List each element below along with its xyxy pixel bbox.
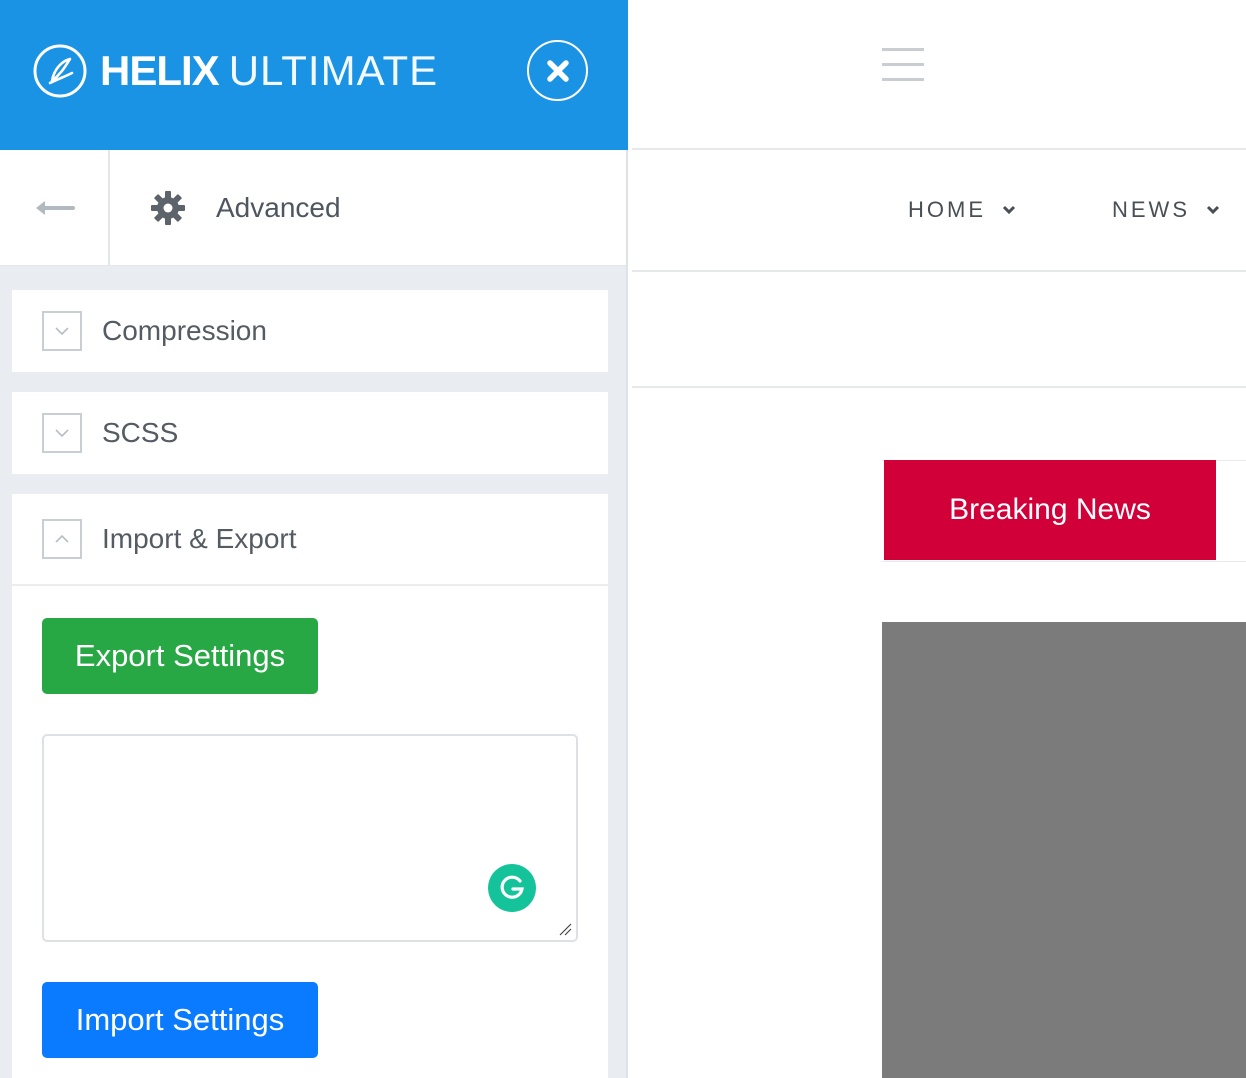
brand-name-light: ULTIMATE (228, 47, 439, 94)
hamburger-menu-icon[interactable] (882, 48, 924, 82)
section-title: Advanced (150, 150, 341, 266)
close-customizer-button[interactable] (527, 40, 588, 101)
panel-toggle[interactable] (42, 413, 82, 453)
site-preview: HOME NEWS Breaking News (630, 0, 1246, 1078)
import-settings-button[interactable]: Import Settings (42, 982, 318, 1058)
panel-import-export-header[interactable]: Import & Export (12, 494, 608, 586)
gear-icon (151, 191, 185, 225)
nav-item-home[interactable]: HOME (908, 194, 1016, 226)
settings-textarea-wrapper (42, 734, 578, 942)
panel-compression: Compression (12, 290, 608, 372)
breaking-news-label: Breaking News (884, 460, 1216, 560)
chevron-down-icon (1002, 205, 1016, 215)
arrow-left-icon (36, 201, 75, 215)
settings-textarea[interactable] (44, 736, 576, 940)
divider (632, 270, 1246, 272)
brand: HELIX ULTIMATE (32, 42, 438, 100)
panel-label: SCSS (102, 417, 179, 448)
panel-label: Import & Export (102, 523, 297, 554)
panel-scss-header[interactable]: SCSS (12, 392, 608, 474)
section-subheader: Advanced (0, 150, 626, 266)
nav-item-news[interactable]: NEWS (1112, 194, 1220, 226)
sidebar-header: HELIX ULTIMATE (0, 0, 628, 150)
page: HELIX ULTIMATE Advanced Compression SCSS… (0, 0, 1246, 1078)
chevron-down-icon (1206, 205, 1220, 215)
grammarly-icon[interactable] (488, 864, 536, 912)
panel-label: Compression (102, 315, 267, 346)
chevron-up-icon (55, 534, 69, 543)
panel-scss: SCSS (12, 392, 608, 474)
panel-compression-header[interactable]: Compression (12, 290, 608, 372)
brand-name-bold: HELIX (100, 47, 220, 94)
export-settings-button[interactable]: Export Settings (42, 618, 318, 694)
media-placeholder (882, 622, 1246, 1078)
divider (632, 148, 1246, 150)
helix-logo-icon (33, 44, 87, 98)
nav-label: HOME (908, 197, 986, 222)
section-title-text: Advanced (216, 192, 341, 223)
resize-handle-icon[interactable] (558, 922, 572, 936)
nav-label: NEWS (1112, 197, 1190, 222)
grammarly-g-icon (500, 875, 524, 899)
panel-toggle[interactable] (42, 311, 82, 351)
divider (632, 386, 1246, 388)
chevron-down-icon (55, 327, 69, 336)
back-button[interactable] (0, 150, 110, 266)
panel-toggle[interactable] (42, 519, 82, 559)
chevron-down-icon (55, 429, 69, 438)
panel-import-export: Import & Export Export Settings Import S… (12, 494, 608, 1078)
close-icon (546, 59, 569, 82)
customizer-sidebar: HELIX ULTIMATE Advanced Compression SCSS… (0, 0, 628, 1078)
